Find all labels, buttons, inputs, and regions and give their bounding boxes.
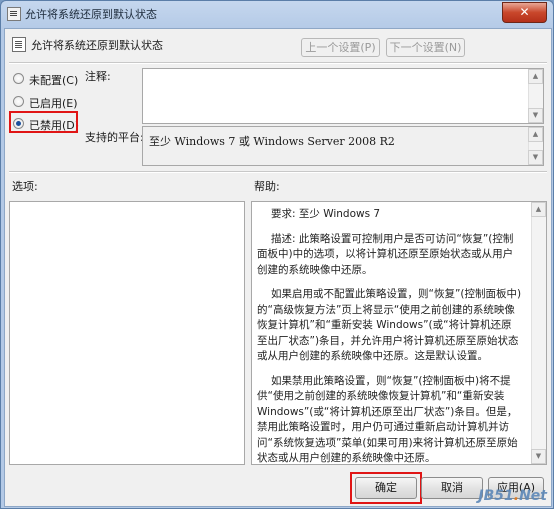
comment-label: 注释: — [85, 70, 111, 83]
radio-button[interactable] — [13, 96, 24, 107]
comment-scrollbar[interactable] — [528, 84, 543, 108]
header-divider — [9, 62, 547, 64]
scroll-up-arrow-icon[interactable]: ▲ — [528, 69, 543, 84]
help-panel: 要求: 至少 Windows 7 描述: 此策略设置可控制用户是否可访问“恢复”… — [251, 201, 547, 465]
next-setting-button[interactable]: 下一个设置(N) — [386, 38, 465, 57]
options-panel — [9, 201, 245, 465]
scroll-up-arrow-icon[interactable]: ▲ — [528, 127, 543, 142]
help-requirements: 要求: 至少 Windows 7 — [271, 208, 381, 220]
section-divider — [9, 171, 547, 173]
setting-icon — [12, 37, 26, 52]
cancel-button[interactable]: 取消 — [421, 477, 483, 499]
scroll-down-arrow-icon[interactable]: ▼ — [528, 108, 543, 123]
window-title: 允许将系统还原到默认状态 — [25, 8, 157, 21]
site-watermark: JB51.Net — [478, 488, 547, 504]
supported-platform-value: 至少 Windows 7 或 Windows Server 2008 R2 — [149, 135, 395, 148]
close-button[interactable]: ✕ — [502, 2, 547, 23]
title-bar[interactable]: 允许将系统还原到默认状态 ✕ — [1, 1, 553, 27]
disabled-option-highlight — [9, 111, 78, 133]
radio-label: 未配置(C) — [29, 74, 79, 87]
help-disabled-behavior: 如果禁用此策略设置，则“恢复”(控制面板中)将不提供“使用之前创建的系统映像恢复… — [257, 374, 518, 465]
setting-title: 允许将系统还原到默认状态 — [31, 39, 163, 52]
help-label: 帮助: — [254, 180, 280, 193]
scroll-up-arrow-icon[interactable]: ▲ — [531, 202, 546, 217]
policy-document-icon — [7, 7, 21, 21]
watermark-prefix: JB51 — [478, 488, 514, 504]
help-enabled-behavior: 如果启用或不配置此策略设置，则“恢复”(控制面板中)的“高级恢复方法”页上将显示… — [257, 288, 522, 362]
dialog-client-area: 允许将系统还原到默认状态 上一个设置(P) 下一个设置(N) 未配置(C) 已启… — [4, 28, 552, 507]
comment-textarea[interactable]: ▲ ▼ — [142, 68, 544, 124]
previous-setting-button[interactable]: 上一个设置(P) — [301, 38, 380, 57]
supported-platform-label: 支持的平台: — [85, 131, 144, 144]
radio-label: 已启用(E) — [29, 97, 78, 110]
ok-button-highlight — [350, 472, 422, 504]
scroll-down-arrow-icon[interactable]: ▼ — [531, 449, 546, 464]
options-label: 选项: — [12, 180, 38, 193]
supported-platform-field: 至少 Windows 7 或 Windows Server 2008 R2 ▲ … — [142, 126, 544, 166]
watermark-suffix: Net — [519, 488, 547, 504]
policy-dialog-window: 允许将系统还原到默认状态 ✕ 允许将系统还原到默认状态 上一个设置(P) 下一个… — [0, 0, 554, 509]
scroll-down-arrow-icon[interactable]: ▼ — [528, 150, 543, 165]
platform-scrollbar[interactable] — [528, 142, 543, 150]
help-text: 要求: 至少 Windows 7 描述: 此策略设置可控制用户是否可访问“恢复”… — [257, 207, 522, 476]
radio-button[interactable] — [13, 73, 24, 84]
help-description: 描述: 此策略设置可控制用户是否可访问“恢复”(控制面板中)中的选项，以将计算机… — [257, 232, 514, 276]
help-scrollbar[interactable] — [531, 217, 546, 449]
